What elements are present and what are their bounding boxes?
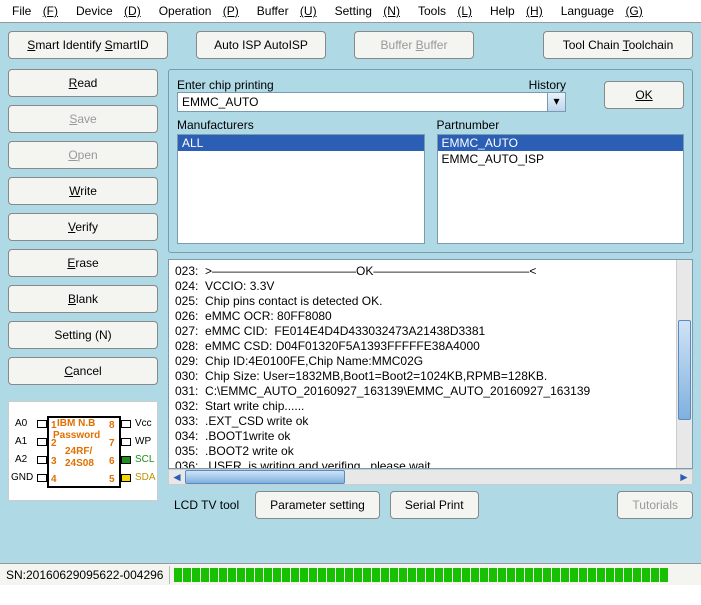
chip-diagram: IBM N.B Password 24RF/ 24S08 A01 A12 A23…: [8, 401, 158, 501]
chip-dropdown-icon[interactable]: ▾: [548, 92, 566, 112]
menu-operation[interactable]: Operation (P): [151, 2, 247, 20]
toolchain-button[interactable]: Tool Chain Toolchain: [543, 31, 693, 59]
manufacturers-list[interactable]: ALL: [177, 134, 425, 244]
left-sidebar: Read Save Open Write Verify Erase Blank …: [8, 69, 158, 519]
buffer-button[interactable]: Buffer Buffer: [354, 31, 474, 59]
chip-input[interactable]: [177, 92, 548, 112]
list-item[interactable]: ALL: [178, 135, 424, 151]
lcd-tv-tool-label: LCD TV tool: [168, 496, 245, 514]
read-button[interactable]: Read: [8, 69, 158, 97]
serial-print-button[interactable]: Serial Print: [390, 491, 479, 519]
list-item[interactable]: EMMC_AUTO_ISP: [438, 151, 684, 167]
menubar: File (F) Device (D) Operation (P) Buffer…: [0, 0, 701, 23]
verify-button[interactable]: Verify: [8, 213, 158, 241]
workarea: SSmart Identify SmartIDmart Identify Sma…: [0, 23, 701, 563]
auto-isp-button[interactable]: Auto ISP AutoISP: [196, 31, 326, 59]
scroll-right-icon[interactable]: ►: [676, 470, 692, 484]
menu-setting[interactable]: Setting (N): [327, 2, 408, 20]
blank-button[interactable]: Blank: [8, 285, 158, 313]
cancel-button[interactable]: Cancel: [8, 357, 158, 385]
log-vscrollbar[interactable]: [676, 260, 692, 468]
chip-select-group: Enter chip printing History ▾ OK Manufac…: [168, 69, 693, 253]
serial-number: SN:20160629095622-004296: [0, 566, 170, 584]
statusbar: SN:20160629095622-004296: [0, 563, 701, 585]
erase-button[interactable]: Erase: [8, 249, 158, 277]
ok-button[interactable]: OK: [604, 81, 684, 109]
open-button[interactable]: Open: [8, 141, 158, 169]
menu-help[interactable]: Help (H): [482, 2, 551, 20]
write-button[interactable]: Write: [8, 177, 158, 205]
list-item[interactable]: EMMC_AUTO: [438, 135, 684, 151]
log-text[interactable]: 023: >————————————OK—————————————< 024: …: [169, 260, 676, 468]
partnumber-list[interactable]: EMMC_AUTO EMMC_AUTO_ISP: [437, 134, 685, 244]
save-button[interactable]: Save: [8, 105, 158, 133]
enter-chip-label: Enter chip printing: [177, 78, 274, 92]
manufacturers-label: Manufacturers: [177, 118, 425, 132]
log-panel: 023: >————————————OK—————————————< 024: …: [168, 259, 693, 469]
menu-device[interactable]: Device (D): [68, 2, 149, 20]
history-label: History: [529, 78, 566, 92]
progress-bar: [170, 566, 701, 584]
smart-identify-button[interactable]: SSmart Identify SmartIDmart Identify Sma…: [8, 31, 168, 59]
menu-tools[interactable]: Tools (L): [410, 2, 480, 20]
menu-file[interactable]: File (F): [4, 2, 66, 20]
parameter-setting-button[interactable]: Parameter setting: [255, 491, 380, 519]
log-hscrollbar[interactable]: ◄ ►: [168, 469, 693, 485]
scroll-left-icon[interactable]: ◄: [169, 470, 185, 484]
setting-button[interactable]: Setting (N): [8, 321, 158, 349]
partnumber-label: Partnumber: [437, 118, 685, 132]
tutorials-button[interactable]: Tutorials: [617, 491, 693, 519]
menu-language[interactable]: Language (G): [553, 2, 651, 20]
menu-buffer[interactable]: Buffer (U): [249, 2, 325, 20]
